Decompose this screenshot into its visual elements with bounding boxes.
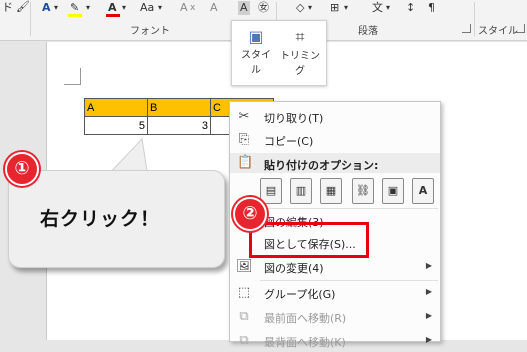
paragraph-dialog-launcher-icon[interactable] [462, 24, 471, 33]
bring-front-icon: ⧉ [239, 309, 249, 324]
ribbon-separator [474, 2, 475, 36]
save-as-picture-highlight [249, 222, 369, 258]
style-dialog-launcher-icon[interactable] [516, 24, 525, 33]
crop-icon: ⌗ [295, 27, 305, 46]
style-button-label: スタイル [241, 50, 271, 76]
step-badge-two: ② [233, 197, 267, 231]
sort-icon[interactable]: ↕ [406, 1, 415, 15]
shading-icon[interactable]: ◇ [296, 1, 304, 15]
trim-button-label: トリミング [280, 51, 320, 77]
copy-icon: ⎘ [238, 132, 250, 147]
table-header-cell: A [84, 98, 148, 117]
menu-item-bring-to-front[interactable]: ⧉ 最前面へ移動(R) ▶ [230, 306, 440, 328]
scissors-icon: ✂ [238, 109, 250, 124]
menu-item-label: 図の変更(4) [264, 262, 324, 275]
menu-item-copy[interactable]: ⎘ コピー(C) [230, 129, 440, 151]
chevron-down-icon[interactable]: ▾ [386, 1, 390, 15]
paint-brush-icon[interactable]: 🖌 [16, 0, 30, 14]
paste-image-icon[interactable]: ▣ [382, 178, 404, 204]
enclosed-char-icon[interactable]: A [210, 1, 218, 15]
paste-text-only-icon[interactable]: A [412, 178, 434, 204]
menu-item-label: 最前面へ移動(R) [264, 312, 347, 325]
paste-picture-icon[interactable]: ▦ [320, 178, 342, 204]
paste-options-label: 貼り付けのオプション: [264, 159, 379, 172]
superscript-icon[interactable]: x [190, 1, 195, 15]
font-group-label: フォント [130, 26, 170, 37]
menu-item-label: グループ化(G) [264, 288, 336, 301]
chevron-down-icon[interactable]: ▾ [86, 1, 90, 15]
menu-item-change-picture[interactable]: 🖼 図の変更(4) ▶ [230, 256, 440, 278]
borders-icon[interactable]: ⊞ [330, 1, 339, 15]
menu-item-group[interactable]: ⬚ グループ化(G) ▶ [230, 282, 440, 304]
margin-corner-mark [64, 68, 81, 85]
chevron-down-icon[interactable]: ▾ [158, 1, 162, 15]
highlight-color-bar [68, 14, 82, 17]
font-color-bar [106, 14, 120, 17]
clipboard-icon: 📋 [237, 155, 254, 170]
menu-item-label: 最背面へ移動(K) [264, 336, 346, 349]
change-picture-icon: 🖼 [236, 259, 253, 274]
trim-button[interactable]: ⌗ トリミング [278, 27, 322, 77]
picture-style-icon: ▣ [248, 27, 264, 46]
send-back-icon: ⧉ [239, 333, 249, 348]
paste-options-header: 📋 貼り付けのオプション: [230, 153, 440, 173]
menu-item-label: 切り取り(T) [264, 112, 324, 125]
table-value-cell: 3 [147, 116, 211, 135]
submenu-arrow-icon: ▶ [425, 287, 432, 296]
change-case-button[interactable]: Aa [140, 1, 154, 15]
table-value-cell: 5 [84, 116, 148, 135]
enclose-character-icon[interactable]: ㊛ [258, 1, 269, 15]
menu-item-cut[interactable]: ✂ 切り取り(T) [230, 106, 440, 128]
table-header-cell: B [147, 98, 211, 117]
menu-item-send-to-back[interactable]: ⧉ 最背面へ移動(K) ▶ [230, 330, 440, 352]
ribbon-left-fragment: ド [2, 1, 13, 14]
group-icon: ⬚ [237, 285, 251, 300]
char-shading-icon[interactable]: A [180, 1, 188, 15]
ribbon-separator [30, 2, 31, 36]
chevron-down-icon[interactable]: ▾ [54, 1, 58, 15]
paste-options-row: ▤ ▥ ▦ ⛓ ▣ A [260, 178, 440, 204]
menu-separator [260, 208, 438, 209]
style-group-label: スタイル [478, 26, 518, 37]
text-effect-button[interactable]: A [42, 1, 51, 15]
menu-item-label: コピー(C) [264, 135, 314, 148]
submenu-arrow-icon: ▶ [425, 311, 432, 320]
submenu-arrow-icon: ▶ [425, 261, 432, 270]
chevron-down-icon[interactable]: ▾ [122, 1, 126, 15]
paste-merge-format-icon[interactable]: ▥ [290, 178, 312, 204]
char-border-button[interactable]: A [238, 1, 250, 15]
menu-separator [260, 280, 438, 281]
show-marks-icon[interactable]: ¶ [428, 1, 435, 15]
chevron-down-icon[interactable]: ▾ [308, 1, 312, 15]
style-button[interactable]: ▣ スタイル [238, 27, 274, 76]
picture-mini-toolbar: ▣ スタイル ⌗ トリミング [231, 20, 327, 86]
paragraph-group-label: 段落 [358, 26, 378, 37]
font-color-button[interactable]: A [108, 1, 117, 15]
callout-text: 右クリック！ [40, 208, 161, 230]
highlight-pen-icon[interactable]: ✎ [70, 1, 79, 15]
paste-link-icon[interactable]: ⛓ [352, 178, 374, 204]
paste-keep-format-icon[interactable]: ▤ [260, 178, 282, 204]
step-badge-one: ① [5, 152, 39, 186]
phonetic-guide-icon[interactable]: 文 [372, 1, 383, 15]
chevron-down-icon[interactable]: ▾ [344, 1, 348, 15]
